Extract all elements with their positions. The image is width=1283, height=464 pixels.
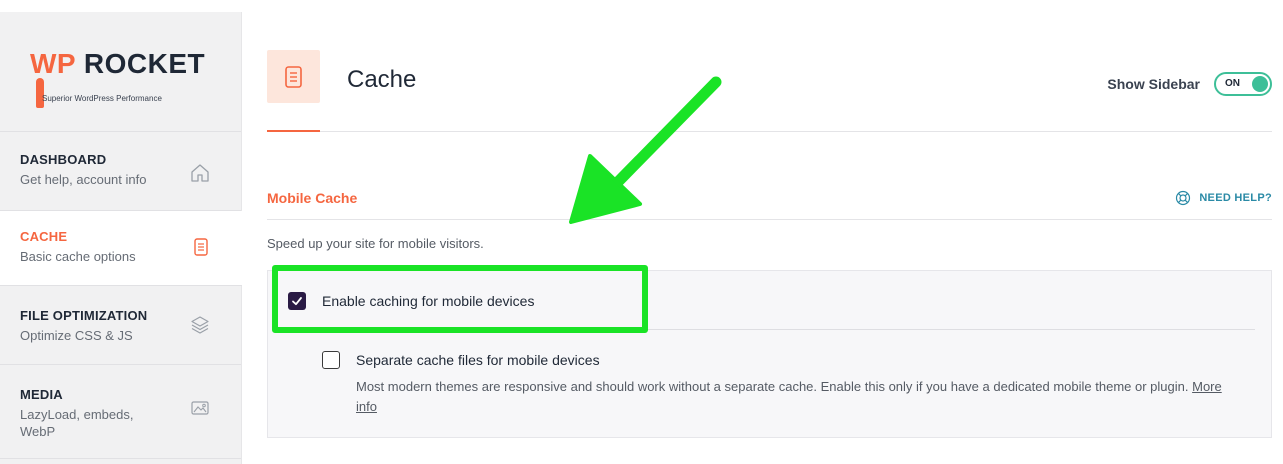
need-help-label: NEED HELP? (1199, 192, 1272, 204)
toggle-state-label: ON (1225, 78, 1240, 89)
option-separate-cache-files: Separate cache files for mobile devices … (322, 351, 1236, 417)
page-title: Cache (347, 66, 417, 93)
wp-rocket-settings-page: WP ROCKET Superior WordPress Performance… (0, 0, 1283, 464)
logo-tagline: Superior WordPress Performance (42, 94, 162, 103)
cache-page-icon-box (267, 50, 320, 103)
layers-icon (191, 316, 209, 334)
lifebuoy-icon (1176, 190, 1191, 206)
document-icon (194, 238, 208, 256)
active-page-underline (267, 130, 320, 132)
home-icon (191, 164, 209, 182)
show-sidebar-label: Show Sidebar (1107, 76, 1200, 92)
image-icon (191, 401, 209, 415)
page-header: Cache Show Sidebar ON (267, 12, 1272, 132)
rocket-flame-icon (36, 78, 44, 108)
section-header: Mobile Cache NEED HELP? (267, 182, 1272, 220)
section-description: Speed up your site for mobile visitors. (267, 236, 484, 251)
separate-cache-files-label[interactable]: Separate cache files for mobile devices (356, 352, 600, 368)
separate-cache-files-checkbox[interactable] (322, 351, 340, 369)
toggle-knob (1252, 76, 1268, 92)
sidebar-item-cache[interactable]: CACHE Basic cache options (0, 211, 242, 286)
sidebar-item-media[interactable]: MEDIA LazyLoad, embeds, WebP (0, 365, 241, 459)
main-content: Cache Show Sidebar ON Mobile Cache NEED … (242, 12, 1283, 464)
logo-title: WP ROCKET (30, 48, 205, 80)
logo-wp: WP (30, 48, 76, 79)
sidebar-item-dashboard[interactable]: DASHBOARD Get help, account info (0, 132, 241, 211)
annotation-highlight-box (272, 265, 648, 333)
show-sidebar-toggle[interactable]: ON (1214, 72, 1272, 96)
sidebar-item-subtitle: LazyLoad, embeds, WebP (20, 407, 134, 439)
need-help-link[interactable]: NEED HELP? (1175, 190, 1272, 206)
separate-cache-files-description: Most modern themes are responsive and sh… (356, 377, 1236, 417)
sidebar-item-file-optimization[interactable]: FILE OPTIMIZATION Optimize CSS & JS (0, 286, 241, 365)
sidebar: WP ROCKET Superior WordPress Performance… (0, 12, 242, 464)
logo-rocket: ROCKET (75, 48, 206, 79)
description-text: Most modern themes are responsive and sh… (356, 379, 1189, 394)
wp-rocket-logo[interactable]: WP ROCKET Superior WordPress Performance (0, 12, 241, 132)
section-title: Mobile Cache (267, 190, 358, 206)
show-sidebar-control: Show Sidebar ON (1107, 72, 1272, 96)
document-icon (284, 65, 302, 88)
